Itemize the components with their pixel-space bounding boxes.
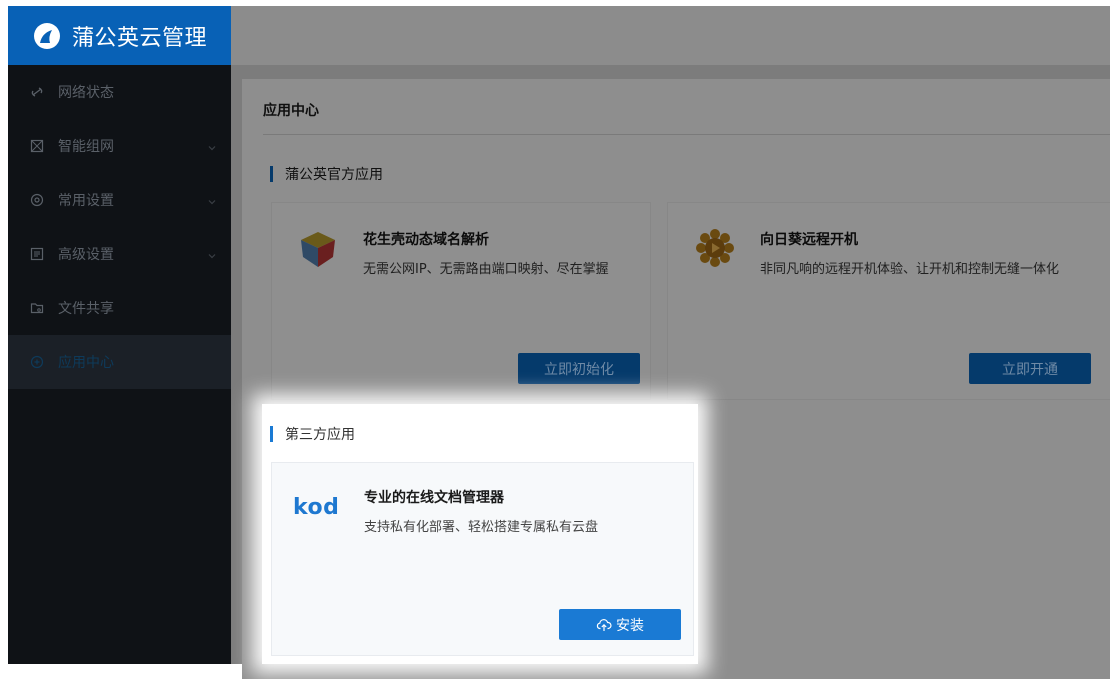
sidebar-menu: 网络状态 智能组网 常用设置 高级设置 文件共享 应用中心 xyxy=(8,65,231,389)
peanut-shell-cube-icon xyxy=(297,228,339,270)
settings-icon xyxy=(30,193,44,207)
app-description: 非同凡响的远程开机体验、让开机和控制无缝一体化 xyxy=(760,262,1060,277)
chevron-down-icon xyxy=(207,249,217,259)
app-description: 无需公网IP、无需路由端口映射、尽在掌握 xyxy=(363,262,609,277)
install-button-label: 安装 xyxy=(616,617,644,634)
dandelion-logo-icon xyxy=(32,21,62,51)
section-title: 蒲公英官方应用 xyxy=(285,167,383,183)
activate-button[interactable]: 立即开通 xyxy=(969,353,1091,384)
sidebar-item-advanced-settings[interactable]: 高级设置 xyxy=(8,227,231,281)
sidebar-item-label: 网络状态 xyxy=(58,85,114,101)
app-title: 蒲公英云管理 xyxy=(72,25,208,51)
chevron-down-icon xyxy=(207,195,217,205)
app-name: 向日葵远程开机 xyxy=(760,232,858,248)
top-bar xyxy=(231,6,1110,65)
sidebar-item-network-status[interactable]: 网络状态 xyxy=(8,65,231,119)
section-third-party-heading: 第三方应用 xyxy=(270,424,355,444)
app-description: 支持私有化部署、轻松搭建专属私有云盘 xyxy=(364,520,599,535)
app-card-peanut-shell: 花生壳动态域名解析 无需公网IP、无需路由端口映射、尽在掌握 立即初始化 xyxy=(271,202,651,400)
sidebar-item-label: 智能组网 xyxy=(58,139,114,155)
advanced-settings-icon xyxy=(30,247,44,261)
sunflower-icon xyxy=(695,228,735,268)
install-button[interactable]: 安装 xyxy=(559,609,681,640)
section-marker xyxy=(270,426,273,442)
app-logo[interactable]: 蒲公英云管理 xyxy=(8,6,231,65)
page-title: 应用中心 xyxy=(263,103,319,119)
title-divider xyxy=(263,134,1110,135)
app-card-kod: kod 专业的在线文档管理器 支持私有化部署、轻松搭建专属私有云盘 安装 xyxy=(271,462,694,656)
sidebar-item-common-settings[interactable]: 常用设置 xyxy=(8,173,231,227)
smart-network-icon xyxy=(30,139,44,153)
sidebar-item-label: 高级设置 xyxy=(58,247,114,263)
sidebar-item-label: 文件共享 xyxy=(58,301,114,317)
sidebar: 蒲公英云管理 网络状态 智能组网 常用设置 高级设置 文件共享 应用中心 xyxy=(8,6,231,664)
sidebar-item-file-share[interactable]: 文件共享 xyxy=(8,281,231,335)
app-card-sunflower: 向日葵远程开机 非同凡响的远程开机体验、让开机和控制无缝一体化 立即开通 xyxy=(667,202,1110,400)
kod-logo: kod xyxy=(293,495,340,520)
initialize-button[interactable]: 立即初始化 xyxy=(518,353,640,384)
app-center-icon xyxy=(30,355,44,369)
section-marker xyxy=(270,166,273,182)
section-title: 第三方应用 xyxy=(285,427,355,443)
sidebar-item-label: 应用中心 xyxy=(58,355,114,371)
cloud-upload-icon xyxy=(596,617,612,633)
sidebar-item-label: 常用设置 xyxy=(58,193,114,209)
app-name: 专业的在线文档管理器 xyxy=(364,490,504,506)
sidebar-item-smart-network[interactable]: 智能组网 xyxy=(8,119,231,173)
section-official-heading: 蒲公英官方应用 xyxy=(270,164,383,184)
app-name: 花生壳动态域名解析 xyxy=(363,232,489,248)
chevron-down-icon xyxy=(207,141,217,151)
sidebar-item-app-center[interactable]: 应用中心 xyxy=(8,335,231,389)
folder-share-icon xyxy=(30,301,44,315)
network-status-icon xyxy=(30,85,44,99)
